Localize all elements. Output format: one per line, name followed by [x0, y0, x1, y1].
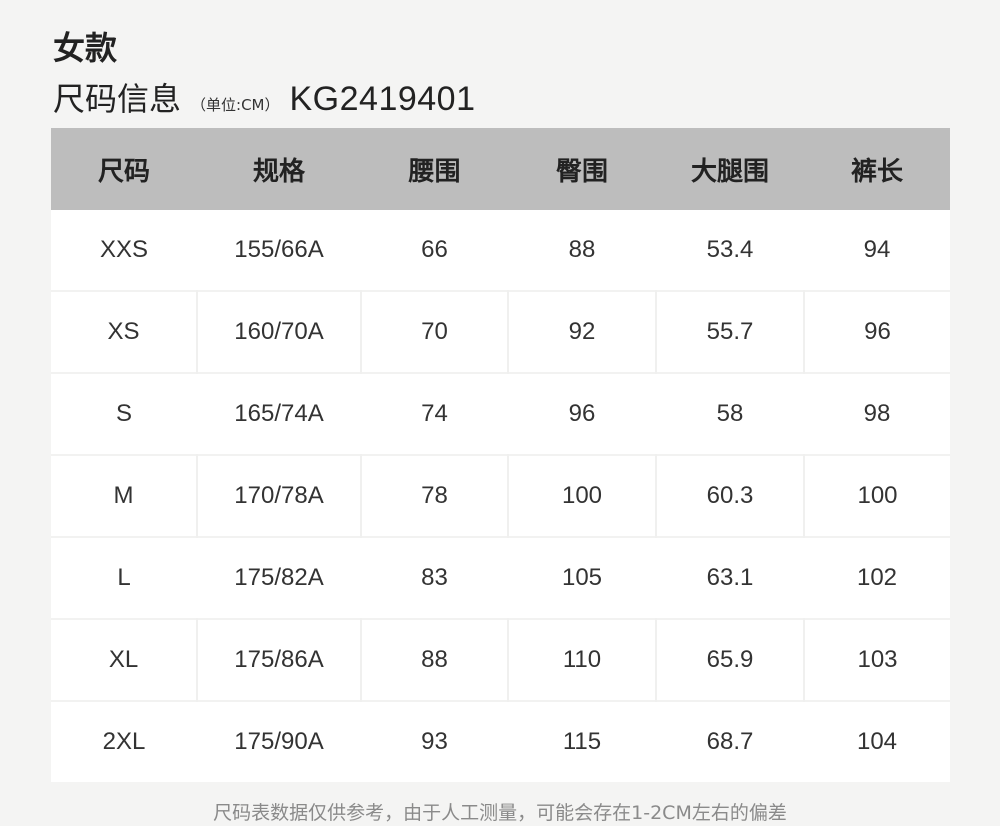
- cell-thigh: 65.9: [655, 619, 804, 701]
- cell-size: L: [51, 537, 197, 619]
- cell-spec: 160/70A: [196, 291, 361, 373]
- cell-waist: 70: [360, 291, 508, 373]
- cell-size: 2XL: [51, 701, 197, 782]
- cell-size: S: [51, 373, 197, 455]
- cell-hip: 88: [508, 210, 656, 291]
- cell-hip: 92: [507, 291, 656, 373]
- header-size: 尺码: [51, 128, 197, 210]
- cell-spec: 175/82A: [197, 537, 361, 619]
- header-thigh: 大腿围: [656, 128, 804, 210]
- cell-waist: 83: [361, 537, 508, 619]
- cell-thigh: 55.7: [655, 291, 804, 373]
- cell-hip: 110: [507, 619, 656, 701]
- table-row: S 165/74A 74 96 58 98: [51, 373, 950, 455]
- header-hip: 臀围: [508, 128, 656, 210]
- cell-hip: 96: [508, 373, 656, 455]
- table-row: XXS 155/66A 66 88 53.4 94: [51, 210, 950, 291]
- cell-thigh: 60.3: [655, 455, 804, 537]
- page-title: 女款: [53, 29, 118, 67]
- size-info-label: 尺码信息: [53, 80, 182, 118]
- table-row: XL 175/86A 88 110 65.9 103: [51, 619, 950, 701]
- cell-spec: 155/66A: [197, 210, 361, 291]
- cell-hip: 115: [508, 701, 656, 782]
- cell-thigh: 63.1: [656, 537, 804, 619]
- table-row: L 175/82A 83 105 63.1 102: [51, 537, 950, 619]
- unit-label: （单位:CM）: [191, 96, 280, 114]
- cell-size: XS: [51, 291, 197, 373]
- cell-waist: 74: [361, 373, 508, 455]
- cell-thigh: 58: [656, 373, 804, 455]
- size-info-heading: 尺码信息 （单位:CM） KG2419401: [53, 74, 476, 118]
- cell-hip: 105: [508, 537, 656, 619]
- cell-length: 98: [804, 373, 950, 455]
- header-waist: 腰围: [361, 128, 508, 210]
- table-row: 2XL 175/90A 93 115 68.7 104: [51, 701, 950, 782]
- cell-waist: 93: [361, 701, 508, 782]
- cell-thigh: 68.7: [656, 701, 804, 782]
- cell-waist: 78: [360, 455, 508, 537]
- disclaimer-note: 尺码表数据仅供参考，由于人工测量，可能会存在1-2CM左右的偏差: [213, 802, 787, 824]
- table-header-row: 尺码 规格 腰围 臀围 大腿围 裤长: [51, 128, 950, 210]
- cell-thigh: 53.4: [656, 210, 804, 291]
- cell-size: XL: [51, 619, 197, 701]
- table-row: XS 160/70A 70 92 55.7 96: [51, 291, 950, 373]
- cell-length: 96: [803, 291, 950, 373]
- cell-spec: 170/78A: [196, 455, 361, 537]
- cell-length: 104: [804, 701, 950, 782]
- cell-length: 103: [803, 619, 950, 701]
- cell-spec: 175/86A: [196, 619, 361, 701]
- size-table: 尺码 规格 腰围 臀围 大腿围 裤长 XXS 155/66A 66 88 53.…: [51, 128, 950, 782]
- cell-length: 100: [803, 455, 950, 537]
- cell-length: 102: [804, 537, 950, 619]
- cell-spec: 175/90A: [197, 701, 361, 782]
- cell-spec: 165/74A: [197, 373, 361, 455]
- table-row: M 170/78A 78 100 60.3 100: [51, 455, 950, 537]
- cell-size: M: [51, 455, 197, 537]
- cell-waist: 66: [361, 210, 508, 291]
- header-length: 裤长: [804, 128, 950, 210]
- cell-size: XXS: [51, 210, 197, 291]
- cell-length: 94: [804, 210, 950, 291]
- cell-hip: 100: [507, 455, 656, 537]
- cell-waist: 88: [360, 619, 508, 701]
- product-code: KG2419401: [289, 80, 476, 118]
- header-spec: 规格: [197, 128, 361, 210]
